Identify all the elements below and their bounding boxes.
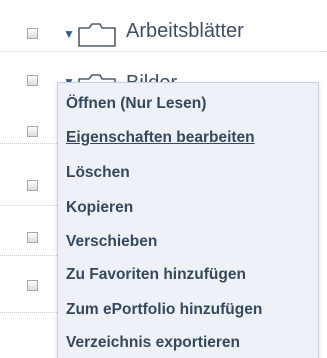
menu-item-move[interactable]: Verschieben [66,233,157,251]
row-divider [0,255,57,256]
folder-icon [78,23,116,47]
menu-item-copy[interactable]: Kopieren [66,199,133,217]
row-checkbox[interactable] [27,126,38,137]
row-checkbox[interactable] [27,180,38,191]
row-checkbox[interactable] [27,28,38,39]
menu-item-delete[interactable]: Löschen [66,164,130,182]
row-divider [0,143,57,144]
menu-item-export-folder[interactable]: Verzeichnis exportieren [66,334,240,352]
menu-item-add-eportfolio[interactable]: Zum ePortfolio hinzufügen [66,301,262,319]
tree-row-arbeitsblaetter[interactable]: ▼ Arbeitsblätter [0,8,327,52]
row-checkbox[interactable] [27,280,38,291]
menu-item-add-favorites[interactable]: Zu Favoriten hinzufügen [66,266,246,284]
row-divider [0,312,57,313]
row-checkbox[interactable] [27,75,38,86]
row-divider [0,205,57,206]
row-checkbox[interactable] [27,232,38,243]
expand-caret-icon[interactable]: ▼ [63,28,75,40]
folder-label[interactable]: Arbeitsblätter [126,20,244,43]
context-menu: Öffnen (Nur Lesen) Eigenschaften bearbei… [57,82,319,358]
menu-item-open-readonly[interactable]: Öffnen (Nur Lesen) [66,95,206,113]
menu-item-edit-properties[interactable]: Eigenschaften bearbeiten [66,129,255,147]
